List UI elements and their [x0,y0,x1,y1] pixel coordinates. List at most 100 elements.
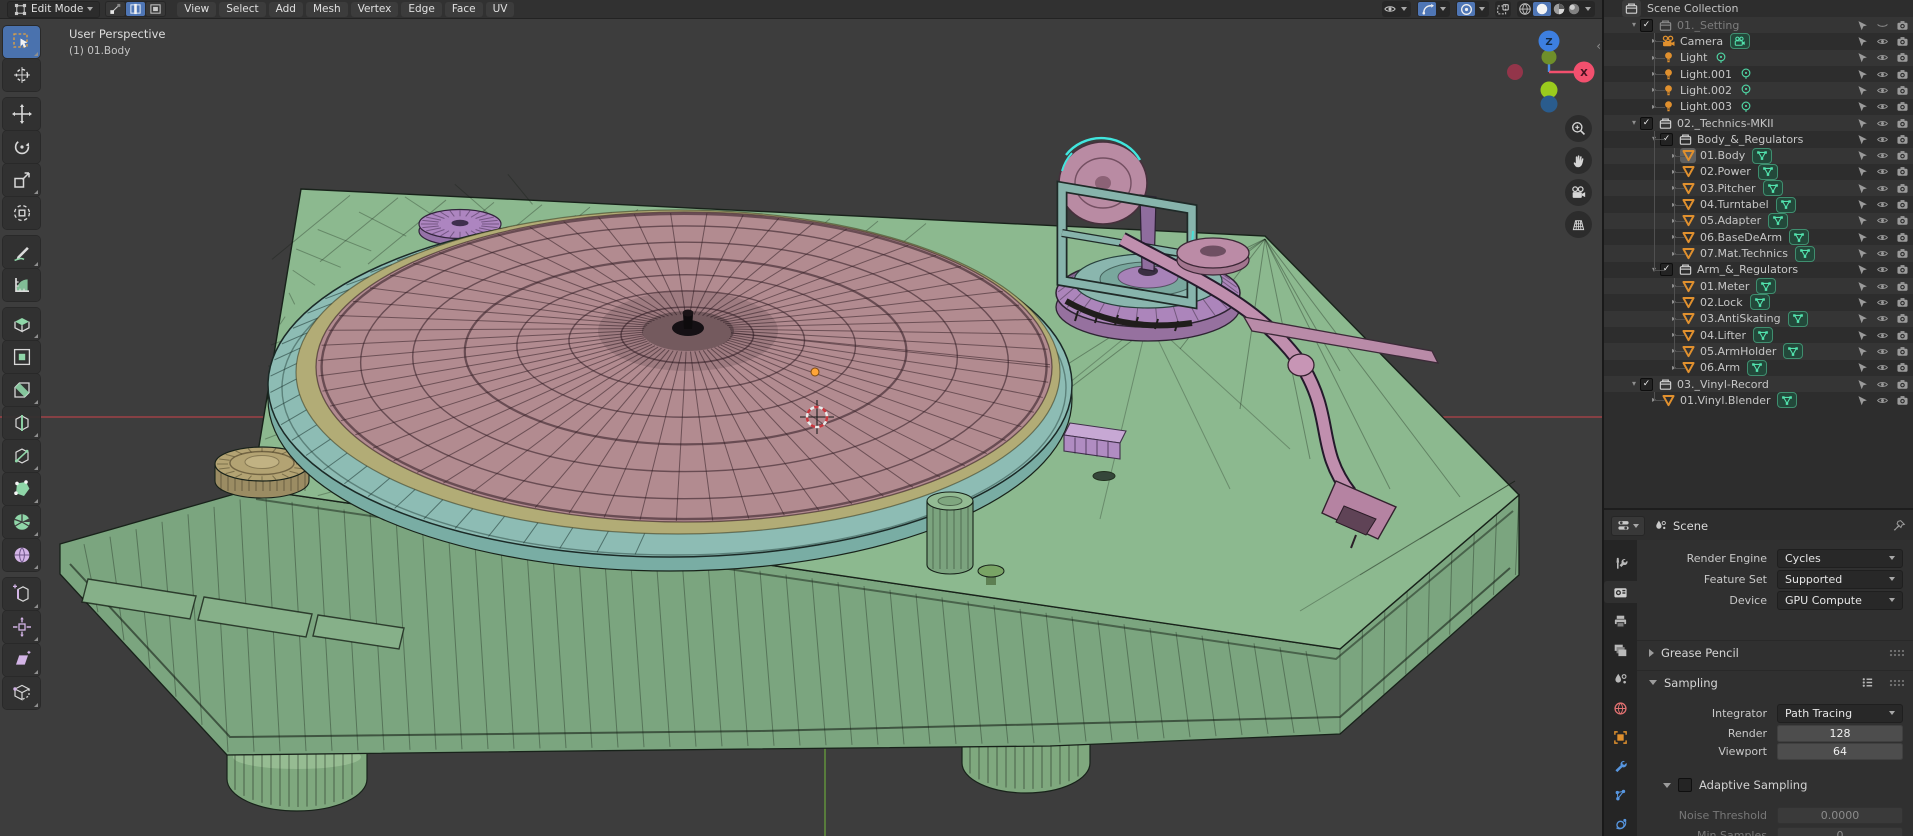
render-visibility-toggle[interactable] [1896,68,1909,81]
selectability-toggle[interactable] [1856,68,1869,81]
visibility-toggle[interactable] [1876,84,1889,97]
selectability-toggle[interactable] [1856,182,1869,195]
selectability-toggle[interactable] [1856,378,1869,391]
selectability-toggle[interactable] [1856,133,1869,146]
selectability-toggle[interactable] [1856,247,1869,260]
tool-shear[interactable] [3,644,40,676]
tab-scene[interactable] [1604,668,1637,690]
render-visibility-toggle[interactable] [1896,345,1909,358]
render-visibility-toggle[interactable] [1896,100,1909,113]
visibility-toggle[interactable] [1876,100,1889,113]
menu-edge[interactable]: Edge [401,2,441,17]
render-visibility-toggle[interactable] [1896,247,1909,260]
selectability-toggle[interactable] [1856,361,1869,374]
tool-smooth[interactable] [3,539,40,571]
outliner-row-04-lifter[interactable]: ▸04.Lifter [1604,327,1913,343]
outliner-row-light-002[interactable]: ▸Light.002 [1604,82,1913,98]
sampling-panel-header[interactable]: Sampling [1637,670,1913,694]
tool-shrink-fatten[interactable] [3,611,40,643]
outliner-row-light-003[interactable]: ▸Light.003 [1604,99,1913,115]
selectability-toggle[interactable] [1856,19,1869,32]
render-engine-dropdown[interactable]: Cycles [1777,549,1903,568]
selectability-toggle[interactable] [1856,329,1869,342]
outliner-row-03-pitcher[interactable]: ▸03.Pitcher [1604,180,1913,196]
drag-handle-icon[interactable] [1889,649,1904,657]
outliner-row-01-meter[interactable]: ▸01.Meter [1604,278,1913,294]
outliner-row-01-vinyl-blender[interactable]: ▸01.Vinyl.Blender [1604,392,1913,408]
mode-selector[interactable]: Edit Mode [7,1,100,18]
visibility-toggle[interactable] [1876,361,1889,374]
snap-toggle[interactable] [1418,2,1436,16]
navigation-gizmo[interactable]: Z X [1498,24,1602,124]
outliner-row-01-setting[interactable]: ▾✓01._Setting [1604,17,1913,33]
visibility-toggle[interactable] [1876,263,1889,276]
visibility-toggle[interactable] [1876,231,1889,244]
selectability-toggle[interactable] [1856,345,1869,358]
visibility-toggle[interactable] [1876,247,1889,260]
tab-render[interactable] [1604,581,1637,603]
tab-view-layer[interactable] [1604,639,1637,661]
visibility-toggle[interactable] [1876,35,1889,48]
visibility-toggle[interactable] [1876,117,1889,130]
adaptive-sampling-header[interactable]: Adaptive Sampling [1637,774,1913,796]
menu-mesh[interactable]: Mesh [306,2,348,17]
menu-face[interactable]: Face [445,2,483,17]
tool-annotate[interactable] [3,236,40,268]
pin-icon[interactable] [1893,519,1906,532]
shading-rendered-button[interactable] [1567,2,1581,16]
render-visibility-toggle[interactable] [1896,231,1909,244]
outliner-row-light[interactable]: ▸Light [1604,50,1913,66]
visibility-toggle[interactable] [1876,378,1889,391]
selectability-toggle[interactable] [1856,84,1869,97]
vertex-select-mode-button[interactable] [106,2,125,16]
viewport-zoom-button[interactable] [1565,115,1592,142]
face-select-mode-button[interactable] [146,2,165,16]
render-visibility-toggle[interactable] [1896,329,1909,342]
tool-inset-faces[interactable] [3,341,40,373]
device-dropdown[interactable]: GPU Compute [1777,591,1903,610]
outliner-row-light-001[interactable]: ▸Light.001 [1604,66,1913,82]
render-visibility-toggle[interactable] [1896,394,1909,407]
show-gizmo-toggle[interactable] [1496,2,1510,16]
tab-object[interactable] [1604,727,1637,749]
render-visibility-toggle[interactable] [1896,361,1909,374]
min-samples-field[interactable]: 0 [1777,827,1903,836]
tool-edge-slide[interactable] [3,578,40,610]
render-visibility-toggle[interactable] [1896,51,1909,64]
render-visibility-toggle[interactable] [1896,149,1909,162]
selectability-toggle[interactable] [1856,165,1869,178]
edge-select-mode-button[interactable] [126,2,145,16]
menu-uv[interactable]: UV [486,2,515,17]
tool-loop-cut[interactable] [3,407,40,439]
outliner-row-05-adapter[interactable]: ▸05.Adapter [1604,213,1913,229]
tool-spin[interactable] [3,506,40,538]
shading-dropdown[interactable] [1582,2,1594,16]
render-samples-field[interactable]: 128 [1777,725,1903,742]
render-visibility-toggle[interactable] [1896,378,1909,391]
tab-particles[interactable] [1604,785,1637,807]
outliner-row-camera[interactable]: ▸Camera [1604,33,1913,49]
integrator-dropdown[interactable]: Path Tracing [1777,704,1903,723]
tab-output[interactable] [1604,610,1637,632]
visibility-toggle[interactable] [1876,345,1889,358]
render-visibility-toggle[interactable] [1896,19,1909,32]
shading-wireframe-button[interactable] [1518,2,1532,16]
shading-material-button[interactable] [1552,2,1566,16]
selectability-toggle[interactable] [1856,394,1869,407]
tool-rip-region[interactable] [3,677,40,709]
tool-scale[interactable] [3,164,40,196]
visibility-toggle[interactable] [1876,133,1889,146]
selectability-toggle[interactable] [1856,263,1869,276]
tab-physics[interactable] [1604,814,1637,836]
visibility-toggle[interactable] [1876,329,1889,342]
visibility-toggle[interactable] [1876,280,1889,293]
feature-set-dropdown[interactable]: Supported [1777,570,1903,589]
disclosure-down-icon[interactable]: ▾ [1628,119,1640,127]
render-visibility-toggle[interactable] [1896,263,1909,276]
visibility-toggle[interactable] [1876,19,1889,32]
tool-poly-build[interactable] [3,473,40,505]
viewport-toggle-ortho-button[interactable] [1565,211,1592,238]
tool-transform[interactable] [3,197,40,229]
snap-dropdown[interactable] [1437,2,1449,16]
outliner-row-03-antiskating[interactable]: ▸03.AntiSkating [1604,311,1913,327]
